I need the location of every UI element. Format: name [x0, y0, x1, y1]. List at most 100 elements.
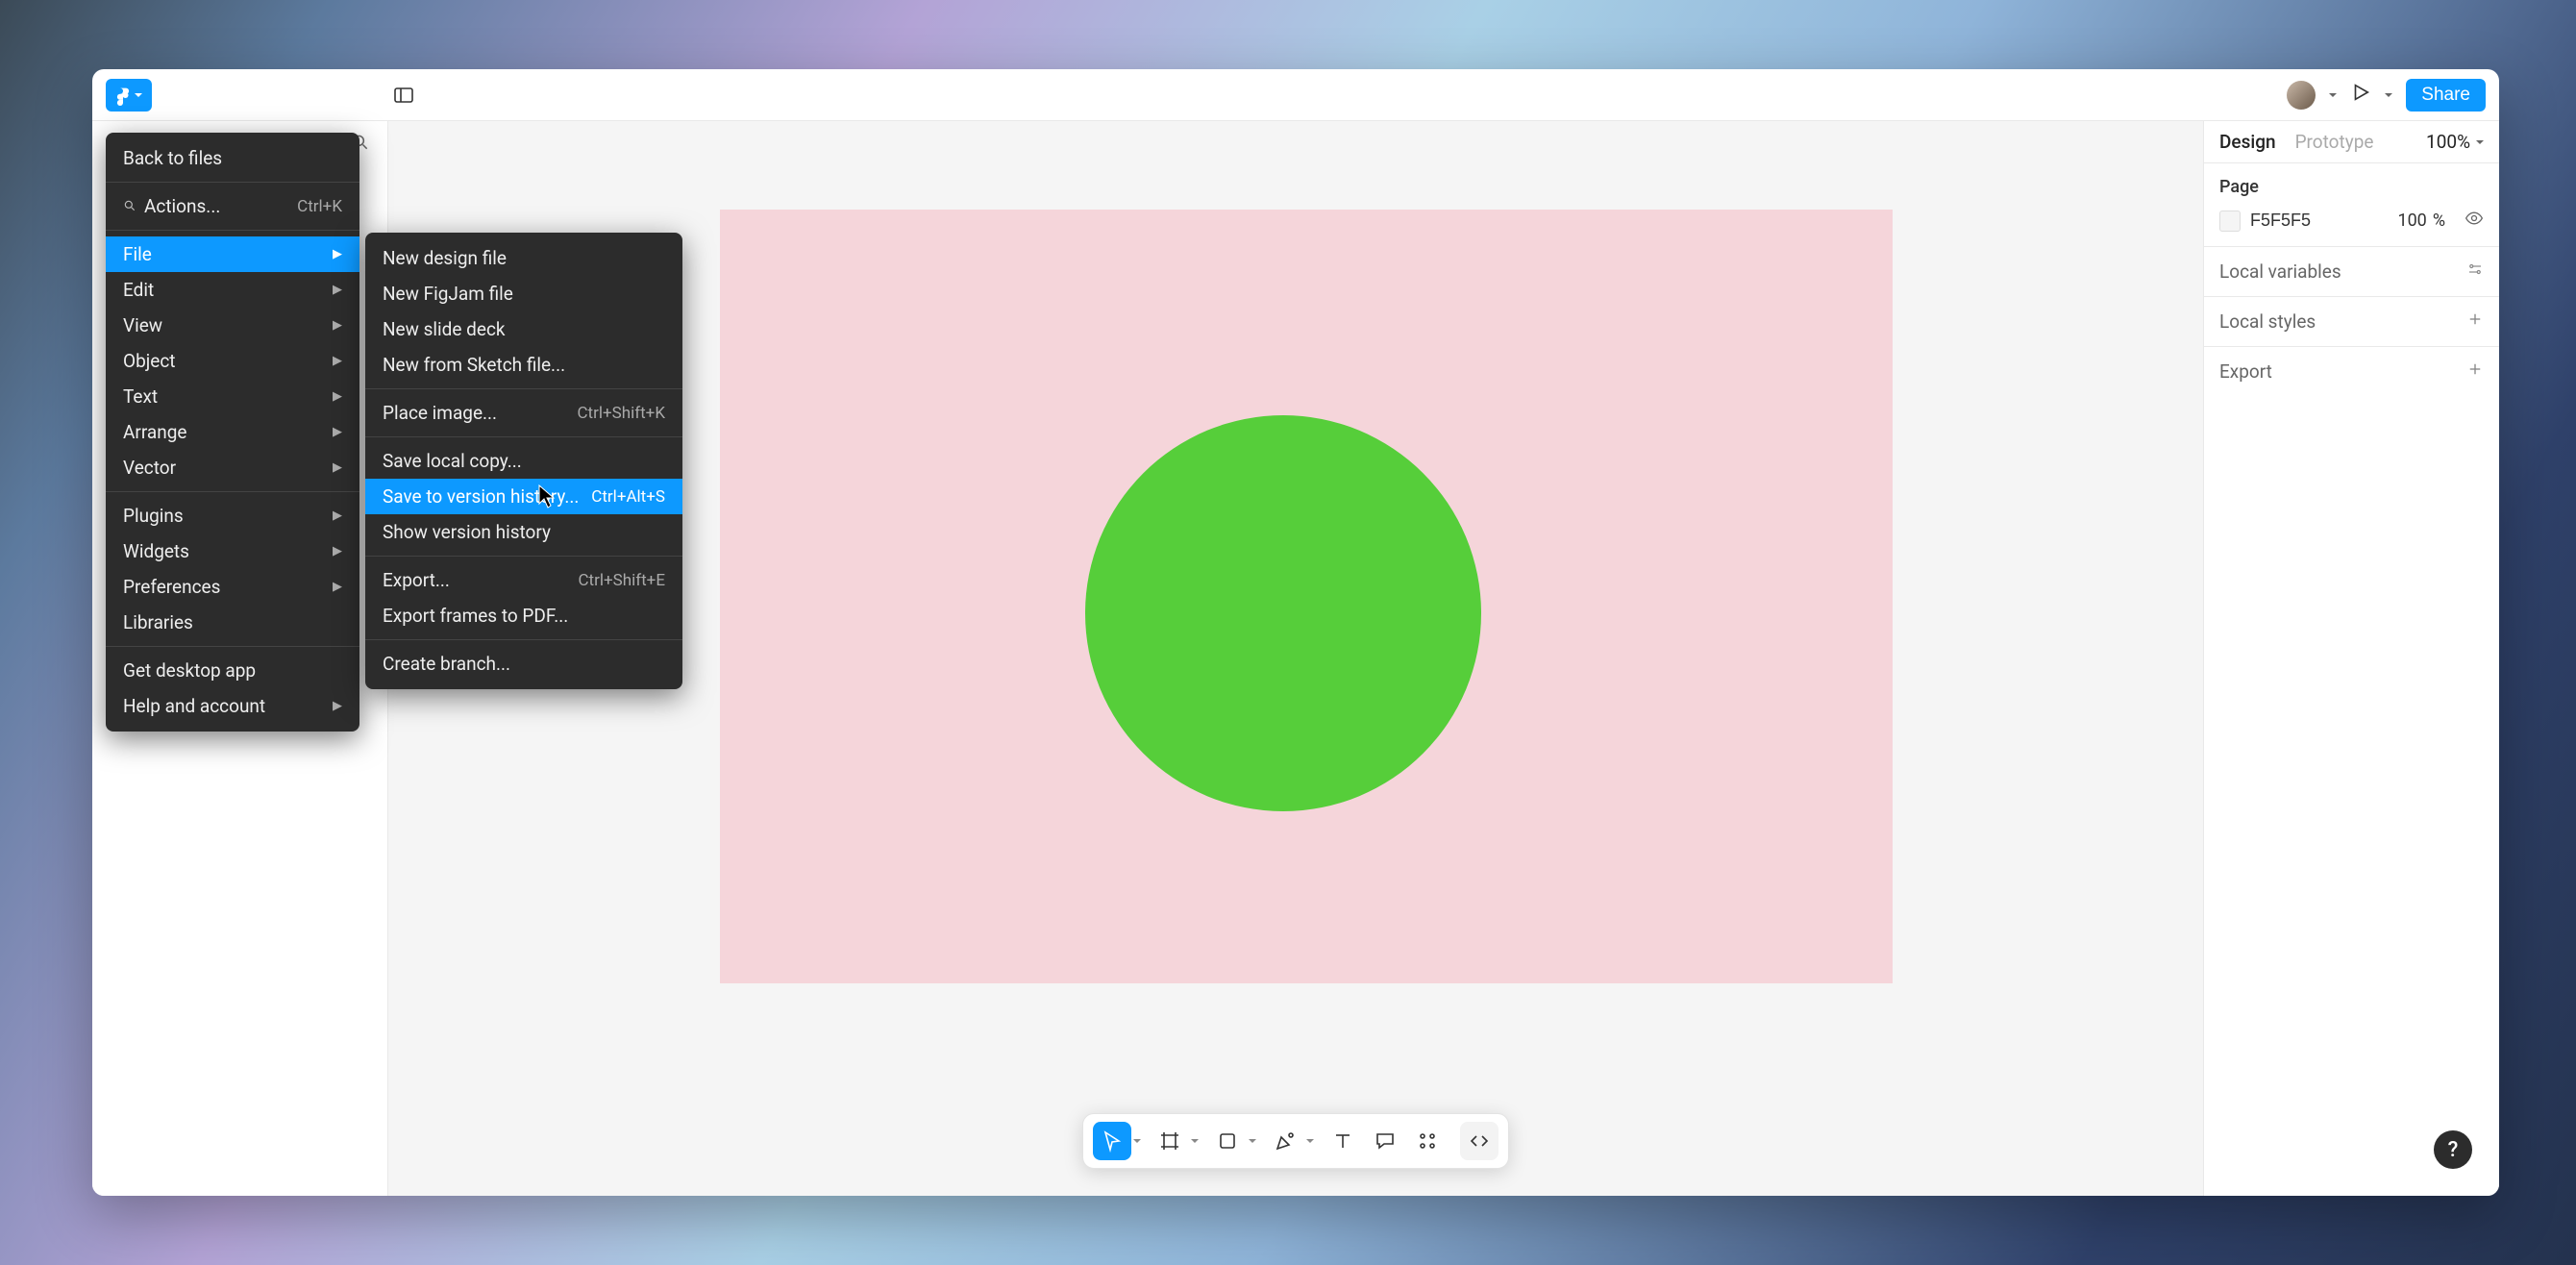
tool-frame[interactable]	[1151, 1122, 1189, 1160]
menu-item-label: New design file	[383, 247, 507, 269]
menu-separator	[106, 182, 359, 183]
chevron-down-icon	[2329, 93, 2337, 97]
page-color-swatch[interactable]	[2219, 211, 2241, 232]
menu-plugins[interactable]: Plugins▶	[106, 498, 359, 533]
tool-shape[interactable]	[1208, 1122, 1247, 1160]
menu-item-label: Edit	[123, 279, 154, 301]
menu-separator	[365, 639, 682, 640]
submenu-export-frames[interactable]: Export frames to PDF...	[365, 598, 682, 633]
menu-file[interactable]: File▶	[106, 236, 359, 272]
chevron-right-icon: ▶	[333, 460, 342, 475]
chevron-right-icon: ▶	[333, 544, 342, 558]
zoom-value: 100%	[2426, 131, 2470, 153]
menu-widgets[interactable]: Widgets ▶	[106, 533, 359, 569]
submenu-new-slide[interactable]: New slide deck	[365, 311, 682, 347]
menu-item-label: View	[123, 314, 162, 336]
local-variables-row[interactable]: Local variables	[2204, 247, 2499, 297]
chevron-down-icon[interactable]	[1133, 1139, 1141, 1143]
submenu-new-design[interactable]: New design file	[365, 240, 682, 276]
menu-separator	[365, 556, 682, 557]
zoom-control[interactable]: 100%	[2426, 131, 2484, 153]
menu-shortcut: Ctrl+K	[297, 197, 342, 216]
tool-move[interactable]	[1093, 1122, 1131, 1160]
chevron-down-icon[interactable]	[1191, 1139, 1199, 1143]
move-icon	[1101, 1129, 1124, 1153]
mouse-cursor	[538, 484, 556, 509]
menu-help[interactable]: Help and account ▶	[106, 688, 359, 724]
opacity-value: 100	[2397, 211, 2426, 231]
tab-design[interactable]: Design	[2219, 131, 2276, 153]
sparkle-icon	[1416, 1129, 1439, 1153]
chevron-right-icon: ▶	[333, 580, 342, 594]
local-styles-row[interactable]: Local styles	[2204, 297, 2499, 347]
chevron-down-icon[interactable]	[1249, 1139, 1256, 1143]
tab-prototype[interactable]: Prototype	[2295, 131, 2374, 153]
text-icon	[1331, 1129, 1354, 1153]
menu-item-label: Arrange	[123, 421, 186, 443]
menu-item-label: Vector	[123, 457, 176, 479]
share-button[interactable]: Share	[2406, 79, 2486, 112]
user-avatar[interactable]	[2287, 81, 2316, 110]
menu-item-label: Widgets	[123, 540, 189, 562]
submenu-place-image[interactable]: Place image... Ctrl+Shift+K	[365, 395, 682, 431]
submenu-show-version[interactable]: Show version history	[365, 514, 682, 550]
menu-item-label: Back to files	[123, 147, 222, 169]
menu-arrange[interactable]: Arrange▶	[106, 414, 359, 450]
menu-get-desktop[interactable]: Get desktop app	[106, 653, 359, 688]
frame-icon	[1158, 1129, 1181, 1153]
submenu-save-version[interactable]: Save to version history... Ctrl+Alt+S	[365, 479, 682, 514]
settings-icon	[2466, 260, 2484, 283]
chevron-right-icon: ▶	[333, 354, 342, 368]
rectangle-icon	[1216, 1129, 1239, 1153]
menu-item-label: Help and account	[123, 695, 265, 717]
menu-actions[interactable]: Actions... Ctrl+K	[106, 188, 359, 224]
submenu-create-branch[interactable]: Create branch...	[365, 646, 682, 682]
menu-view[interactable]: View ▶	[106, 308, 359, 343]
chevron-down-icon[interactable]	[1306, 1139, 1314, 1143]
help-label: ?	[2448, 1138, 2459, 1162]
menu-item-label: Save local copy...	[383, 450, 522, 472]
menu-back-to-files[interactable]: Back to files	[106, 140, 359, 176]
tool-pen[interactable]	[1266, 1122, 1304, 1160]
export-row[interactable]: Export	[2204, 347, 2499, 396]
menu-shortcut: Ctrl+Shift+E	[578, 571, 665, 590]
menu-text[interactable]: Text▶	[106, 379, 359, 414]
present-button[interactable]	[2350, 82, 2371, 109]
menu-item-label: Text	[123, 385, 158, 408]
menu-separator	[106, 646, 359, 647]
chevron-down-icon	[135, 93, 142, 97]
tool-dev-mode[interactable]	[1460, 1122, 1499, 1160]
help-button[interactable]: ?	[2434, 1130, 2472, 1169]
menu-preferences[interactable]: Preferences▶	[106, 569, 359, 605]
chevron-right-icon: ▶	[333, 699, 342, 713]
menu-edit[interactable]: Edit▶	[106, 272, 359, 308]
ellipse-green[interactable]	[1085, 415, 1481, 811]
tool-actions[interactable]	[1408, 1122, 1447, 1160]
chevron-right-icon: ▶	[333, 318, 342, 333]
visibility-toggle[interactable]	[2465, 209, 2484, 233]
frame-pink[interactable]	[720, 210, 1893, 983]
export-label: Export	[2219, 360, 2272, 383]
page-section: Page 100 %	[2204, 163, 2499, 247]
menu-libraries[interactable]: Libraries	[106, 605, 359, 640]
page-opacity[interactable]: 100 %	[2397, 211, 2445, 231]
toggle-panels-button[interactable]	[390, 82, 417, 109]
menu-item-label: Export frames to PDF...	[383, 605, 568, 627]
tool-text[interactable]	[1324, 1122, 1362, 1160]
comment-icon	[1374, 1129, 1397, 1153]
page-color-input[interactable]	[2250, 211, 2337, 231]
main-menu-button[interactable]	[106, 79, 152, 112]
tool-comment[interactable]	[1366, 1122, 1404, 1160]
submenu-save-local[interactable]: Save local copy...	[365, 443, 682, 479]
local-variables-label: Local variables	[2219, 260, 2341, 283]
submenu-new-sketch[interactable]: New from Sketch file...	[365, 347, 682, 383]
menu-vector[interactable]: Vector ▶	[106, 450, 359, 485]
submenu-export[interactable]: Export... Ctrl+Shift+E	[365, 562, 682, 598]
menu-separator	[106, 230, 359, 231]
menu-item-label: Place image...	[383, 402, 497, 424]
menu-item-label: Show version history	[383, 521, 551, 543]
pen-icon	[1274, 1129, 1297, 1153]
plus-icon	[2466, 360, 2484, 383]
submenu-new-figjam[interactable]: New FigJam file	[365, 276, 682, 311]
menu-object[interactable]: Object▶	[106, 343, 359, 379]
